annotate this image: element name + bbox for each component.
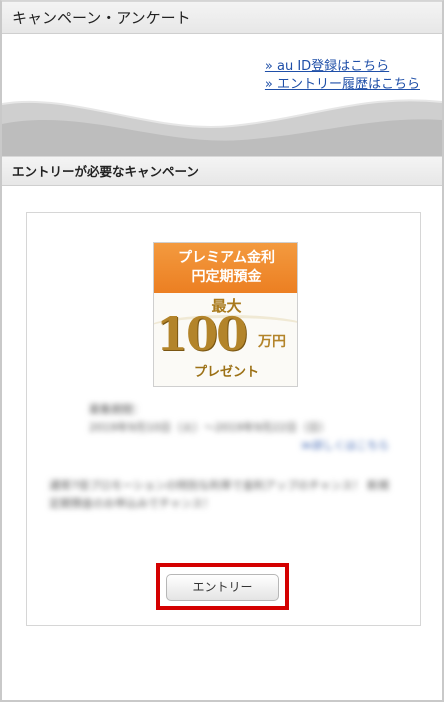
banner-unit: 万円 (258, 334, 286, 350)
banner-line2: 円定期預金 (191, 269, 262, 285)
banner-body: 最大 100 万円 プレゼント (154, 293, 297, 386)
period-label: 募集期間： (89, 403, 144, 416)
campaign-banner[interactable]: プレミアム金利 円定期預金 最大 100 万円 プレゼント (153, 242, 298, 387)
campaign-period: 募集期間： 2019年9月10日（火）〜2019年9月22日（日） ≫詳しくはこ… (89, 401, 409, 455)
section-title: エントリーが必要なキャンペーン (2, 156, 442, 186)
detail-link[interactable]: ≫詳しくはこちら (89, 437, 409, 455)
banner-header: プレミアム金利 円定期預金 (154, 243, 297, 293)
banner-present: プレゼント (193, 365, 259, 380)
au-id-register-link[interactable]: » au ID登録はこちら (265, 58, 420, 76)
banner-amount: 100 (156, 307, 248, 361)
banner-line1: プレミアム金利 (177, 250, 276, 266)
period-text: 2019年9月10日（火）〜2019年9月22日（日） (89, 421, 330, 434)
campaign-card: プレミアム金利 円定期預金 最大 100 万円 プレゼント 募集期間： 2019… (26, 212, 421, 626)
campaign-description: 通常7倍プロモーションの特別な利率で金利アップのチャンス！ 新規定期預金のお申込… (49, 479, 389, 510)
entry-button[interactable]: エントリー (166, 574, 279, 601)
account-links: » au ID登録はこちら » エントリー履歴はこちら (265, 58, 420, 94)
decorative-wave (2, 99, 442, 156)
page-title: キャンペーン・アンケート (2, 1, 442, 34)
entry-button-highlight: エントリー (156, 563, 289, 610)
